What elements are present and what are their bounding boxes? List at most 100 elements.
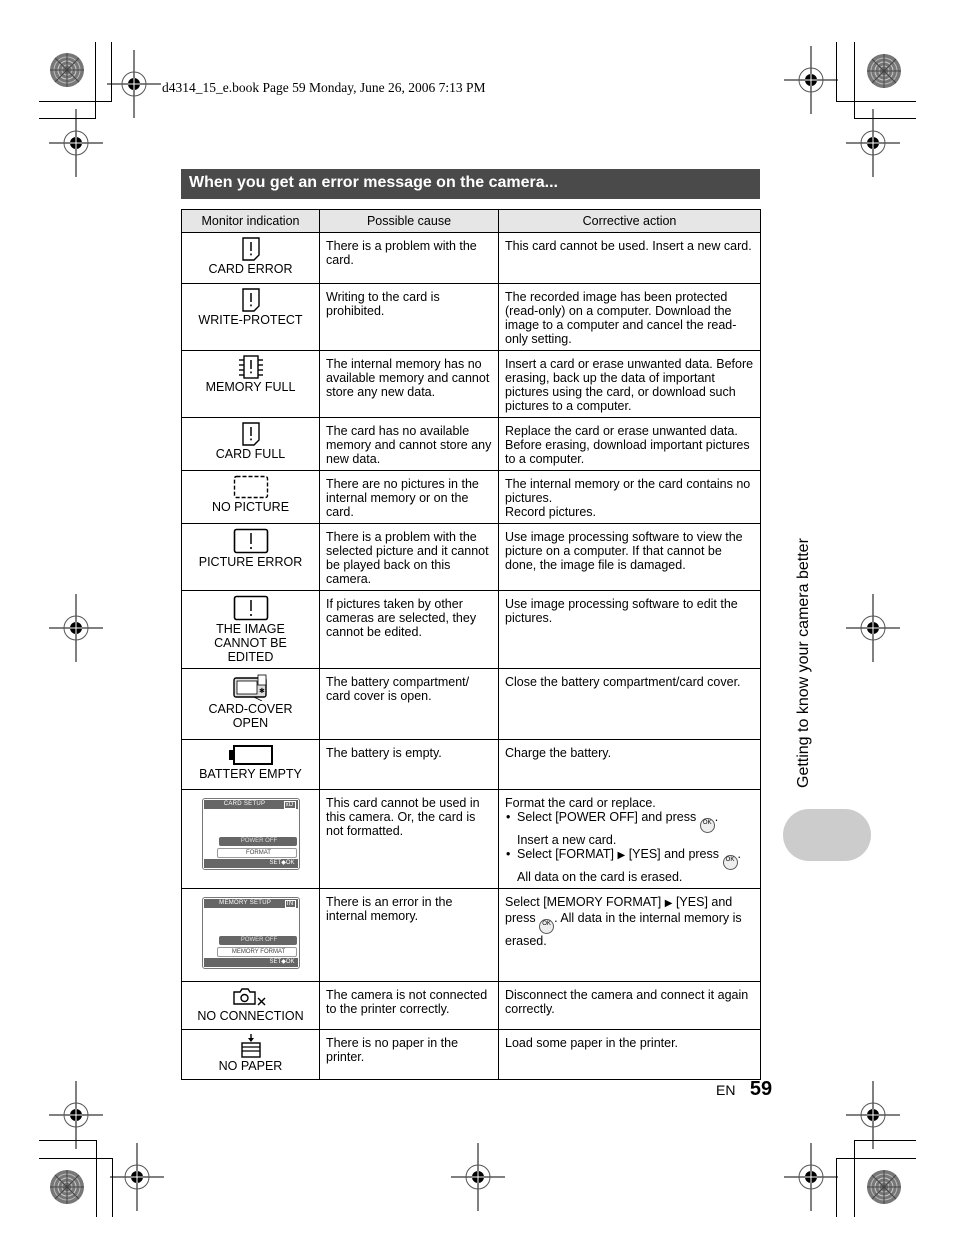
cause-cell: Writing to the card is prohibited.	[319, 283, 499, 351]
action-cell: Use image processing software to edit th…	[498, 590, 761, 669]
action-cell: The internal memory or the card contains…	[498, 470, 761, 524]
cause-cell: This card cannot be used in this camera.…	[319, 789, 499, 889]
cause-cell: The card has no available memory and can…	[319, 417, 499, 471]
monitor-label: NO CONNECTION	[197, 1009, 304, 1023]
step-note: Insert a new card.	[517, 833, 617, 847]
action-cell: Disconnect the camera and connect it aga…	[498, 981, 761, 1030]
card-cover-open-icon: ✱	[232, 674, 267, 701]
language-code: EN	[716, 1082, 736, 1098]
write-protect-icon	[241, 288, 260, 312]
table-row: WRITE-PROTECT Writing to the card is pro…	[181, 283, 761, 351]
registration-mark	[845, 108, 901, 178]
chapter-side-label: Getting to know your camera better	[795, 538, 812, 788]
table-row: NO CONNECTION The camera is not connecte…	[181, 981, 761, 1030]
monitor-label: NO PAPER	[218, 1059, 283, 1073]
registration-mark	[109, 1142, 165, 1212]
ok-button-icon: OK	[722, 855, 738, 870]
action-cell: Format the card or replace. Select [POWE…	[498, 789, 761, 889]
memory-full-icon	[238, 355, 263, 379]
cause-cell: There is a problem with the card.	[319, 232, 499, 284]
registration-mark	[783, 45, 839, 115]
table-row: MEMORY FULL The internal memory has no a…	[181, 350, 761, 418]
ok-button-icon: OK	[539, 919, 555, 934]
cause-cell: There is no paper in the printer.	[319, 1029, 499, 1080]
table-row: THE IMAGE CANNOT BE EDITED If pictures t…	[181, 590, 761, 669]
chapter-tab	[783, 809, 871, 861]
registration-mark	[450, 1142, 506, 1212]
cause-cell: The camera is not connected to the print…	[319, 981, 499, 1030]
image-cannot-be-edited-icon	[233, 595, 268, 621]
media-tag: xD	[283, 801, 296, 809]
action-cell: Insert a card or erase unwanted data. Be…	[498, 350, 761, 418]
no-connection-icon	[232, 988, 265, 1006]
page-footer: EN 59	[716, 1078, 772, 1101]
color-target-mark	[49, 52, 85, 88]
monitor-label: MEMORY FULL	[205, 380, 296, 394]
step-text: .	[714, 810, 719, 824]
table-row: NO PAPER There is no paper in the printe…	[181, 1029, 761, 1080]
action-cell: Load some paper in the printer.	[498, 1029, 761, 1080]
action-cell: The recorded image has been protected (r…	[498, 283, 761, 351]
svg-text:✱: ✱	[259, 687, 265, 695]
registration-mark	[106, 49, 162, 119]
color-target-mark	[49, 1169, 85, 1205]
table-header-row: Monitor indication Possible cause Correc…	[181, 209, 761, 233]
action-step: Select [FORMAT] ▶ [YES] and press OK. Al…	[505, 847, 754, 884]
action-line: The internal memory or the card contains…	[505, 477, 751, 505]
monitor-label: CARD ERROR	[208, 262, 293, 276]
step-text: [YES] and press	[628, 847, 720, 861]
page-number: 59	[749, 1078, 773, 1100]
step-text: Select [POWER OFF] and press	[517, 810, 697, 824]
registration-mark	[783, 1142, 839, 1212]
screen-footer: SET◆OK	[203, 859, 298, 868]
monitor-label: OPEN	[232, 716, 269, 730]
action-cell: Replace the card or erase unwanted data.…	[498, 417, 761, 471]
cause-cell: The battery compartment/ card cover is o…	[319, 668, 499, 740]
memory-setup-screen: MEMORY SETUP IN POWER OFF MEMORY FORMAT …	[201, 897, 300, 969]
table-row: MEMORY SETUP IN POWER OFF MEMORY FORMAT …	[181, 888, 761, 982]
table-row: ✱ CARD-COVER OPEN The battery compartmen…	[181, 668, 761, 740]
battery-empty-icon	[228, 745, 273, 765]
card-error-icon	[241, 237, 260, 261]
action-intro: Format the card or replace.	[505, 796, 656, 810]
no-paper-icon	[240, 1034, 261, 1058]
card-full-icon	[241, 422, 260, 446]
monitor-label: NO PICTURE	[211, 500, 290, 514]
action-cell: This card cannot be used. Insert a new c…	[498, 232, 761, 284]
print-header: d4314_15_e.book Page 59 Monday, June 26,…	[162, 80, 486, 95]
cause-cell: There is a problem with the selected pic…	[319, 523, 499, 591]
media-tag: IN	[284, 900, 296, 908]
screen-title: CARD SETUP	[223, 801, 266, 807]
step-note: All data on the card is erased.	[517, 870, 683, 884]
registration-mark	[48, 108, 104, 178]
monitor-label: BATTERY EMPTY	[199, 767, 302, 781]
cause-cell: The battery is empty.	[319, 739, 499, 790]
screen-footer: SET◆OK	[203, 958, 298, 967]
monitor-label: PICTURE ERROR	[198, 555, 303, 569]
registration-mark	[845, 1080, 901, 1150]
screen-option-power-off: POWER OFF	[218, 936, 297, 945]
table-row: BATTERY EMPTY The battery is empty. Char…	[181, 739, 761, 790]
registration-mark	[48, 1080, 104, 1150]
action-step: Select [POWER OFF] and press OK. Insert …	[505, 810, 754, 847]
monitor-label: THE IMAGE CANNOT BE EDITED	[214, 622, 287, 664]
card-setup-screen: CARD SETUP xD POWER OFF FORMAT SET◆OK	[201, 798, 300, 870]
table-row: CARD FULL The card has no available memo…	[181, 417, 761, 471]
column-header-monitor: Monitor indication	[181, 209, 320, 233]
picture-error-icon	[233, 528, 268, 554]
action-cell: Select [MEMORY FORMAT] ▶ [YES] and press…	[498, 888, 761, 982]
screen-option-format: FORMAT	[216, 848, 297, 858]
column-header-action: Corrective action	[498, 209, 761, 233]
step-text: .	[737, 847, 741, 861]
color-target-mark	[866, 1169, 902, 1205]
action-cell: Close the battery compartment/card cover…	[498, 668, 761, 740]
section-title: When you get an error message on the cam…	[181, 169, 760, 199]
action-steps: Select [POWER OFF] and press OK. Insert …	[505, 810, 754, 884]
column-header-cause: Possible cause	[319, 209, 499, 233]
color-target-mark	[866, 53, 902, 89]
table-row: PICTURE ERROR There is a problem with th…	[181, 523, 761, 591]
table-row: CARD SETUP xD POWER OFF FORMAT SET◆OK Th…	[181, 789, 761, 889]
screen-title: MEMORY SETUP	[219, 900, 272, 906]
action-cell: Charge the battery.	[498, 739, 761, 790]
registration-mark	[845, 593, 901, 663]
